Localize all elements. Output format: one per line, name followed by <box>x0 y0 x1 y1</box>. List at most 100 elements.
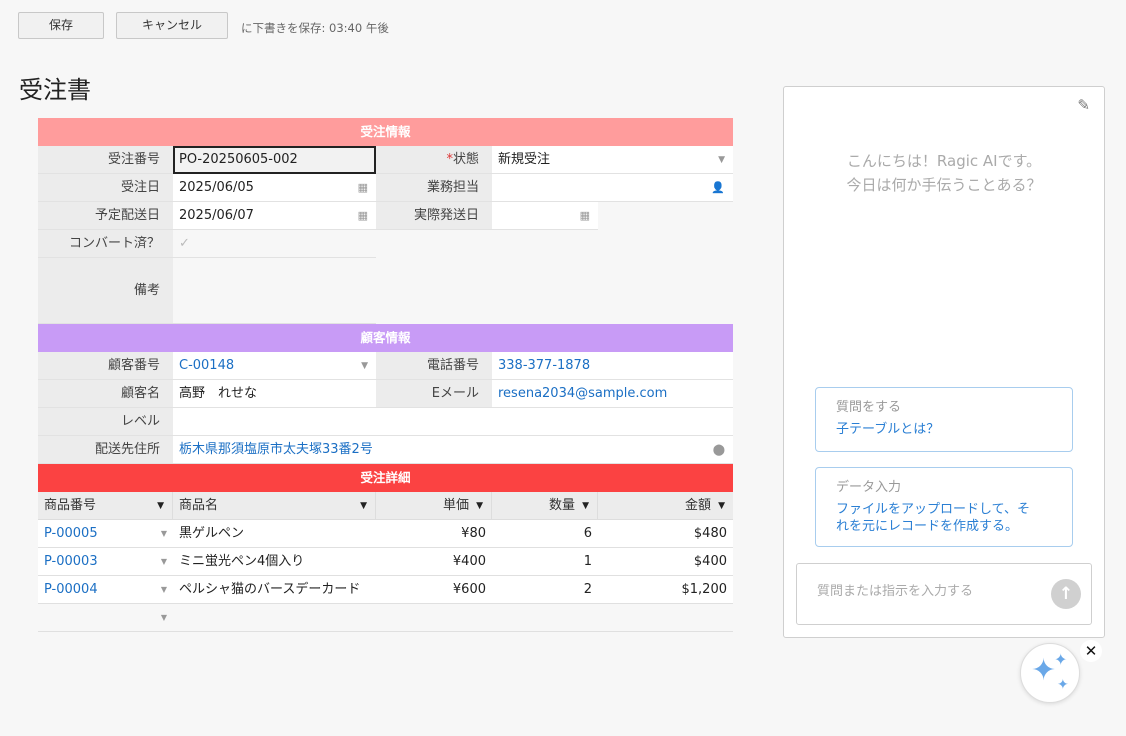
caret-down-icon[interactable]: ▼ <box>360 492 367 520</box>
chevron-down-icon: ▼ <box>160 557 167 566</box>
memo-field[interactable] <box>173 258 376 324</box>
email-link[interactable]: resena2034@sample.com <box>498 386 667 401</box>
email-label: Eメール <box>376 380 492 408</box>
calendar-icon[interactable]: ▦ <box>358 174 368 202</box>
product-name-cell: 黒ゲルペン <box>179 526 245 541</box>
order-form: 受注情報 受注番号 PO-20250605-002 *状態 新規受注 ▼ 受注日 … <box>38 118 733 632</box>
ai-greeting-line: こんにちは！Ragic AIです。 <box>846 152 1042 170</box>
section-header-order-detail: 受注詳細 <box>38 464 733 492</box>
product-code-link[interactable]: P-00005 <box>44 526 98 541</box>
order-date-label: 受注日 <box>38 174 173 202</box>
form-row: 備考 <box>38 258 733 324</box>
calendar-icon[interactable]: ▦ <box>358 202 368 230</box>
draft-status: に下書きを保存: 03:40 午後 <box>241 20 389 35</box>
save-button[interactable]: 保存 <box>18 12 104 39</box>
product-code-cell[interactable]: ▼ <box>38 604 173 631</box>
unit-price-cell: ¥80 <box>461 526 486 541</box>
detail-table-header: 商品番号 ▼ 商品名 ▼ 単価 ▼ 数量 ▼ 金額 ▼ <box>38 492 733 520</box>
column-header-label: 金額 <box>684 498 711 513</box>
cust-name-field[interactable]: 高野 れせな <box>173 380 376 408</box>
cancel-button[interactable]: キャンセル <box>116 12 228 39</box>
status-label-text: 状態 <box>452 152 479 167</box>
cust-name-label: 顧客名 <box>38 380 173 408</box>
cust-name-value: 高野 れせな <box>179 386 258 401</box>
form-row: 顧客名 高野 れせな Eメール resena2034@sample.com <box>38 380 733 408</box>
unit-price-cell: ¥600 <box>452 582 486 597</box>
caret-down-icon[interactable]: ▼ <box>157 492 164 520</box>
page-title: 受注書 <box>19 76 91 104</box>
unit-price-cell: ¥400 <box>452 554 486 569</box>
calendar-icon[interactable]: ▦ <box>580 202 590 230</box>
chevron-down-icon: ▼ <box>361 361 368 371</box>
column-header-name[interactable]: 商品名 ▼ <box>173 492 376 519</box>
level-field[interactable] <box>173 408 733 436</box>
ai-prompt-input[interactable] <box>817 584 1037 599</box>
ship-actual-label: 実際発送日 <box>376 202 492 230</box>
phone-field[interactable]: 338-377-1878 <box>492 352 733 380</box>
ai-assistant-panel: ✎ こんにちは！Ragic AIです。 今日は何か手伝うことある？ 質問をする … <box>783 86 1105 638</box>
edit-icon[interactable]: ✎ <box>1077 96 1090 114</box>
check-icon: ✓ <box>179 236 190 251</box>
order-date-value: 2025/06/05 <box>179 180 254 195</box>
quantity-cell[interactable]: 6 <box>492 520 598 547</box>
address-field[interactable]: 栃木県那須塩原市太夫塚33番2号 ⬤ <box>173 436 733 464</box>
close-icon[interactable]: ✕ <box>1080 640 1102 662</box>
order-no-label: 受注番号 <box>38 146 173 174</box>
table-row: P-00003 ▼ ミニ蛍光ペン4個入り ¥400 1 $400 <box>38 548 733 576</box>
form-row: 受注日 2025/06/05 ▦ 業務担当 👤 <box>38 174 733 202</box>
form-row: レベル <box>38 408 733 436</box>
table-row: P-00005 ▼ 黒ゲルペン ¥80 6 $480 <box>38 520 733 548</box>
caret-down-icon[interactable]: ▼ <box>582 492 589 520</box>
address-link[interactable]: 栃木県那須塩原市太夫塚33番2号 <box>179 442 373 457</box>
user-icon[interactable]: 👤 <box>711 174 725 202</box>
ship-plan-field[interactable]: 2025/06/07 ▦ <box>173 202 376 230</box>
cust-no-select[interactable]: C-00148 ▼ <box>173 352 376 380</box>
converted-checkbox[interactable]: ✓ <box>173 230 376 258</box>
quantity-cell[interactable]: 2 <box>492 576 598 603</box>
column-header-code[interactable]: 商品番号 ▼ <box>38 492 173 519</box>
ai-input-box: ↑ <box>796 563 1092 625</box>
suggestion-text: ファイルをアップロードして、そ れを元にレコードを作成する。 <box>836 501 1052 535</box>
column-header-label: 商品番号 <box>44 498 97 513</box>
chevron-down-icon: ▼ <box>718 155 725 165</box>
phone-link[interactable]: 338-377-1878 <box>498 358 590 373</box>
product-code-cell[interactable]: P-00004 ▼ <box>38 576 173 603</box>
map-pin-icon[interactable]: ⬤ <box>713 436 725 464</box>
chevron-down-icon: ▼ <box>160 529 167 538</box>
product-code-link[interactable]: P-00003 <box>44 554 98 569</box>
column-header-label: 商品名 <box>179 498 219 513</box>
order-no-field[interactable]: PO-20250605-002 <box>173 146 376 174</box>
product-code-cell[interactable]: P-00005 ▼ <box>38 520 173 547</box>
cust-no-link[interactable]: C-00148 <box>179 358 234 373</box>
status-select[interactable]: 新規受注 ▼ <box>492 146 733 174</box>
caret-down-icon[interactable]: ▼ <box>476 492 483 520</box>
form-row: 配送先住所 栃木県那須塩原市太夫塚33番2号 ⬤ <box>38 436 733 464</box>
email-field[interactable]: resena2034@sample.com <box>492 380 733 408</box>
column-header-qty[interactable]: 数量 ▼ <box>492 492 598 519</box>
ai-fab-button[interactable]: ✦ ✦ ✦ <box>1020 643 1080 703</box>
sales-rep-field[interactable]: 👤 <box>492 174 733 202</box>
product-name-cell: ミニ蛍光ペン4個入り <box>179 554 305 569</box>
column-header-label: 数量 <box>548 498 575 513</box>
ai-suggestion-data-entry[interactable]: データ入力 ファイルをアップロードして、そ れを元にレコードを作成する。 <box>815 467 1073 547</box>
chevron-down-icon: ▼ <box>160 585 167 594</box>
suggestion-text-line: ファイルをアップロードして、そ <box>836 502 1030 517</box>
column-header-amount[interactable]: 金額 ▼ <box>598 492 733 519</box>
quantity-cell[interactable]: 1 <box>492 548 598 575</box>
phone-label: 電話番号 <box>376 352 492 380</box>
column-header-price[interactable]: 単価 ▼ <box>376 492 492 519</box>
table-row: P-00004 ▼ ペルシャ猫のバースデーカード ¥600 2 $1,200 <box>38 576 733 604</box>
amount-cell: $400 <box>693 554 727 569</box>
ship-plan-label: 予定配送日 <box>38 202 173 230</box>
order-date-field[interactable]: 2025/06/05 ▦ <box>173 174 376 202</box>
suggestion-text-line: れを元にレコードを作成する。 <box>836 519 1019 534</box>
product-code-link[interactable]: P-00004 <box>44 582 98 597</box>
cust-no-label: 顧客番号 <box>38 352 173 380</box>
ship-actual-field[interactable]: ▦ <box>492 202 598 230</box>
form-row: 予定配送日 2025/06/07 ▦ 実際発送日 ▦ <box>38 202 733 230</box>
product-code-cell[interactable]: P-00003 ▼ <box>38 548 173 575</box>
caret-down-icon[interactable]: ▼ <box>718 492 725 520</box>
sales-rep-label: 業務担当 <box>376 174 492 202</box>
send-arrow-up-icon[interactable]: ↑ <box>1051 579 1081 609</box>
ai-suggestion-ask[interactable]: 質問をする 子テーブルとは？ <box>815 387 1073 452</box>
